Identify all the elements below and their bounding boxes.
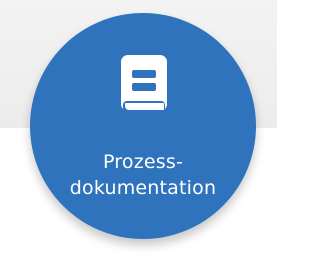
- tile-label: Prozess- dokumentation: [58, 149, 228, 201]
- process-documentation-tile[interactable]: [30, 13, 256, 239]
- tile-label-line-2: dokumentation: [69, 177, 217, 199]
- tile-label-line-1: Prozess-: [102, 151, 184, 173]
- book-icon: [121, 55, 167, 113]
